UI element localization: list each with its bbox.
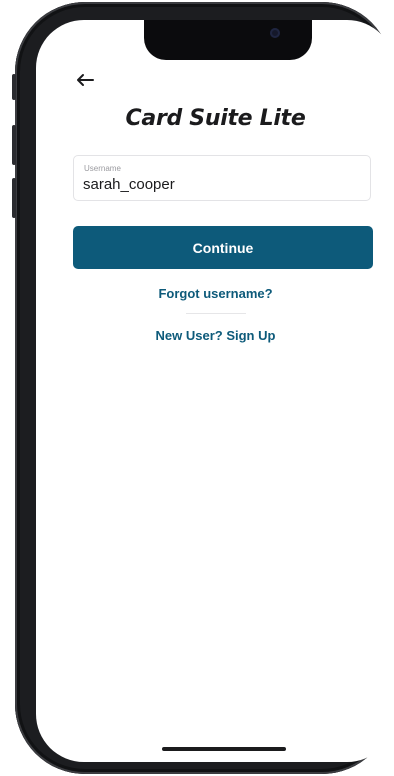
- back-arrow-icon[interactable]: [74, 69, 96, 91]
- volume-down-button: [12, 178, 16, 218]
- app-title: Card Suite Lite: [125, 106, 306, 131]
- mute-switch: [12, 74, 16, 100]
- continue-button[interactable]: Continue: [73, 226, 373, 269]
- back-arrow-glyph: [77, 74, 94, 86]
- notch: [144, 20, 312, 60]
- username-label: Username: [84, 164, 121, 173]
- divider: [186, 313, 246, 314]
- volume-up-button: [12, 125, 16, 165]
- username-input[interactable]: [83, 176, 353, 193]
- stage: Card Suite Lite Username Continue Forgot…: [0, 0, 394, 776]
- username-field[interactable]: Username: [73, 155, 371, 201]
- phone-screen: Card Suite Lite Username Continue Forgot…: [36, 20, 394, 762]
- forgot-username-link[interactable]: Forgot username?: [36, 286, 394, 301]
- camera-icon: [270, 28, 280, 38]
- home-indicator[interactable]: [162, 747, 286, 751]
- sign-up-link[interactable]: New User? Sign Up: [36, 328, 394, 343]
- phone-frame: Card Suite Lite Username Continue Forgot…: [12, 2, 394, 774]
